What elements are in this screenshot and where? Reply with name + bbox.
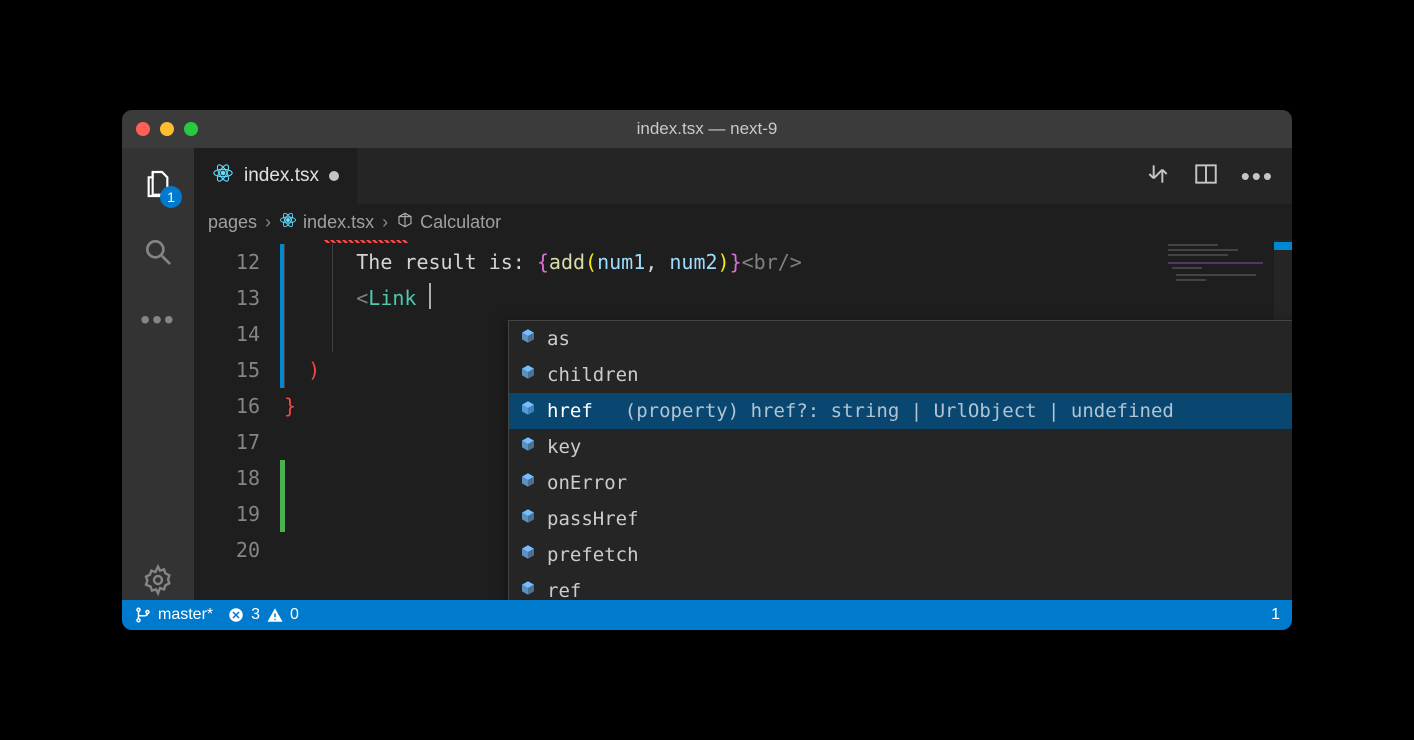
field-icon xyxy=(519,321,537,357)
window-title: index.tsx — next-9 xyxy=(122,119,1292,139)
explorer-activity-button[interactable]: 1 xyxy=(138,164,178,204)
symbol-icon xyxy=(396,211,414,234)
settings-activity-button[interactable] xyxy=(138,560,178,600)
problems-status[interactable]: 3 0 xyxy=(227,606,299,624)
error-squiggle xyxy=(324,240,408,243)
editor-area: index.tsx xyxy=(194,148,1292,600)
editor-window: index.tsx — next-9 1 ••• xyxy=(122,110,1292,630)
breadcrumb-symbol[interactable]: Calculator xyxy=(396,211,501,234)
warning-icon xyxy=(266,606,284,624)
code-line[interactable]: <Link xyxy=(284,280,1162,316)
activity-bar: 1 ••• xyxy=(122,148,194,600)
suggestion-item[interactable]: prefetch xyxy=(509,537,1292,573)
explorer-badge: 1 xyxy=(160,186,182,208)
dirty-indicator-icon xyxy=(329,171,339,181)
split-editor-icon xyxy=(1193,161,1219,187)
editor-actions: ••• xyxy=(1145,148,1292,204)
suggestion-item[interactable]: children xyxy=(509,357,1292,393)
field-icon xyxy=(519,393,537,429)
breadcrumb-folder[interactable]: pages xyxy=(208,212,257,233)
text-cursor xyxy=(429,283,431,309)
close-window-button[interactable] xyxy=(136,122,150,136)
code-content[interactable]: The result is: {add(num1, num2)}<br/> <L… xyxy=(284,240,1162,600)
traffic-lights xyxy=(122,122,198,136)
titlebar: index.tsx — next-9 xyxy=(122,110,1292,148)
field-icon xyxy=(519,465,537,501)
field-icon xyxy=(519,573,537,600)
suggestion-item-selected[interactable]: href (property) href?: string | UrlObjec… xyxy=(509,393,1292,429)
git-branch-icon xyxy=(134,606,152,624)
git-branch-status[interactable]: master* xyxy=(134,606,213,624)
more-editor-actions-button[interactable]: ••• xyxy=(1241,161,1274,192)
react-file-icon xyxy=(212,162,234,190)
code-line[interactable]: The result is: {add(num1, num2)}<br/> xyxy=(284,244,1162,280)
breadcrumb-file[interactable]: index.tsx xyxy=(279,211,374,234)
code-editor[interactable]: 12 13 14 15 16 17 18 19 20 The result is xyxy=(194,240,1292,600)
more-activity-button[interactable]: ••• xyxy=(138,300,178,340)
tab-label: index.tsx xyxy=(244,165,319,187)
tab-index-tsx[interactable]: index.tsx xyxy=(194,148,357,204)
field-icon xyxy=(519,537,537,573)
line-number-gutter: 12 13 14 15 16 17 18 19 20 xyxy=(194,240,284,600)
split-editor-button[interactable] xyxy=(1193,161,1219,192)
error-icon xyxy=(227,606,245,624)
suggestion-item[interactable]: ref xyxy=(509,573,1292,600)
intellisense-popup[interactable]: as children href (property) href?: strin… xyxy=(508,320,1292,600)
search-icon xyxy=(142,236,174,268)
status-right-value[interactable]: 1 xyxy=(1271,606,1280,624)
suggestion-item[interactable]: passHref xyxy=(509,501,1292,537)
search-activity-button[interactable] xyxy=(138,232,178,272)
gear-icon xyxy=(142,564,174,596)
maximize-window-button[interactable] xyxy=(184,122,198,136)
field-icon xyxy=(519,429,537,465)
chevron-right-icon: › xyxy=(382,212,388,233)
suggestion-item[interactable]: key xyxy=(509,429,1292,465)
minimize-window-button[interactable] xyxy=(160,122,174,136)
compare-icon xyxy=(1145,161,1171,187)
field-icon xyxy=(519,501,537,537)
chevron-right-icon: › xyxy=(265,212,271,233)
field-icon xyxy=(519,357,537,393)
status-bar: master* 3 0 1 xyxy=(122,600,1292,630)
suggestion-item[interactable]: onError xyxy=(509,465,1292,501)
tab-bar: index.tsx xyxy=(194,148,1292,204)
suggestion-item[interactable]: as xyxy=(509,321,1292,357)
compare-changes-button[interactable] xyxy=(1145,161,1171,192)
breadcrumb[interactable]: pages › index.tsx › xyxy=(194,204,1292,240)
react-file-icon xyxy=(279,211,297,234)
